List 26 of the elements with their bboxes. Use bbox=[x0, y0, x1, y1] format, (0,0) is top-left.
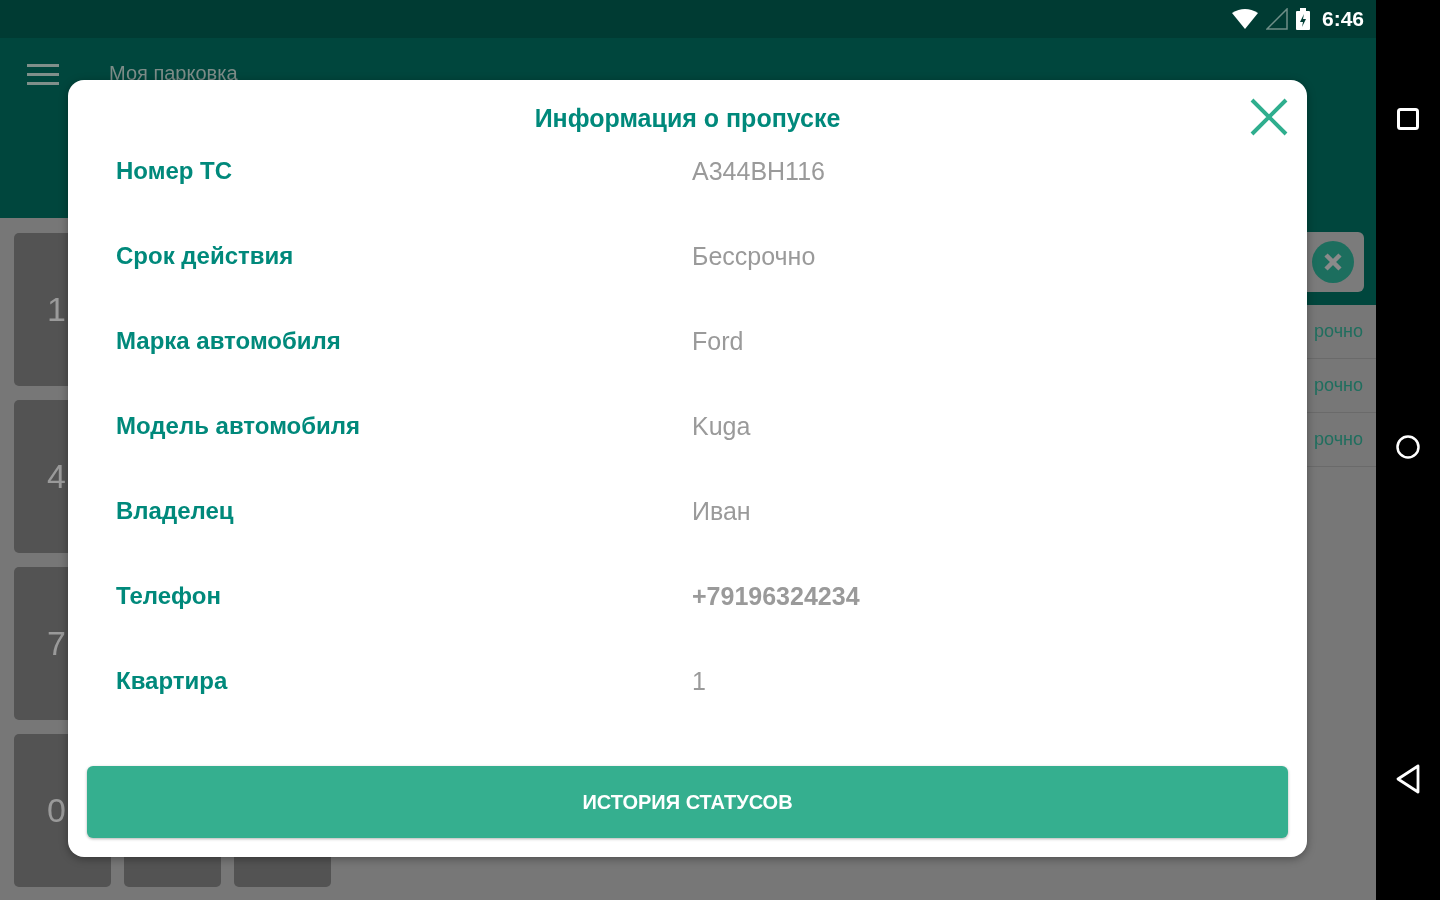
clock-time: 6:46 bbox=[1321, 7, 1364, 31]
field-value: А344ВН116 bbox=[692, 157, 825, 186]
app-title: Моя парковка bbox=[109, 62, 238, 85]
field-value: Kuga bbox=[692, 412, 751, 441]
recents-icon[interactable] bbox=[1397, 108, 1419, 130]
back-icon[interactable] bbox=[1395, 764, 1421, 794]
signal-icon bbox=[1265, 8, 1288, 30]
field-value: Иван bbox=[692, 497, 751, 526]
field-label: Модель автомобиля bbox=[116, 412, 362, 440]
field-label: Номер ТС bbox=[116, 157, 234, 185]
dialog-title: Информация о пропуске bbox=[533, 103, 842, 134]
field-label: Телефон bbox=[116, 582, 222, 610]
close-icon[interactable] bbox=[1250, 98, 1288, 136]
field-value: 1 bbox=[692, 667, 706, 696]
field-label: Срок действия bbox=[116, 242, 295, 270]
field-label: Марка автомобиля bbox=[116, 327, 342, 355]
wifi-icon bbox=[1231, 9, 1258, 29]
field-value: Бессрочно bbox=[692, 242, 816, 271]
home-icon[interactable] bbox=[1396, 435, 1420, 459]
menu-icon[interactable] bbox=[27, 64, 59, 86]
field-value: Ford bbox=[692, 327, 744, 356]
field-value: +79196324234 bbox=[692, 582, 860, 611]
field-label: Квартира bbox=[116, 667, 229, 695]
history-button[interactable]: ИСТОРИЯ СТАТУСОВ bbox=[87, 766, 1288, 838]
field-label: Владелец bbox=[116, 497, 235, 525]
battery-icon bbox=[1295, 8, 1310, 30]
